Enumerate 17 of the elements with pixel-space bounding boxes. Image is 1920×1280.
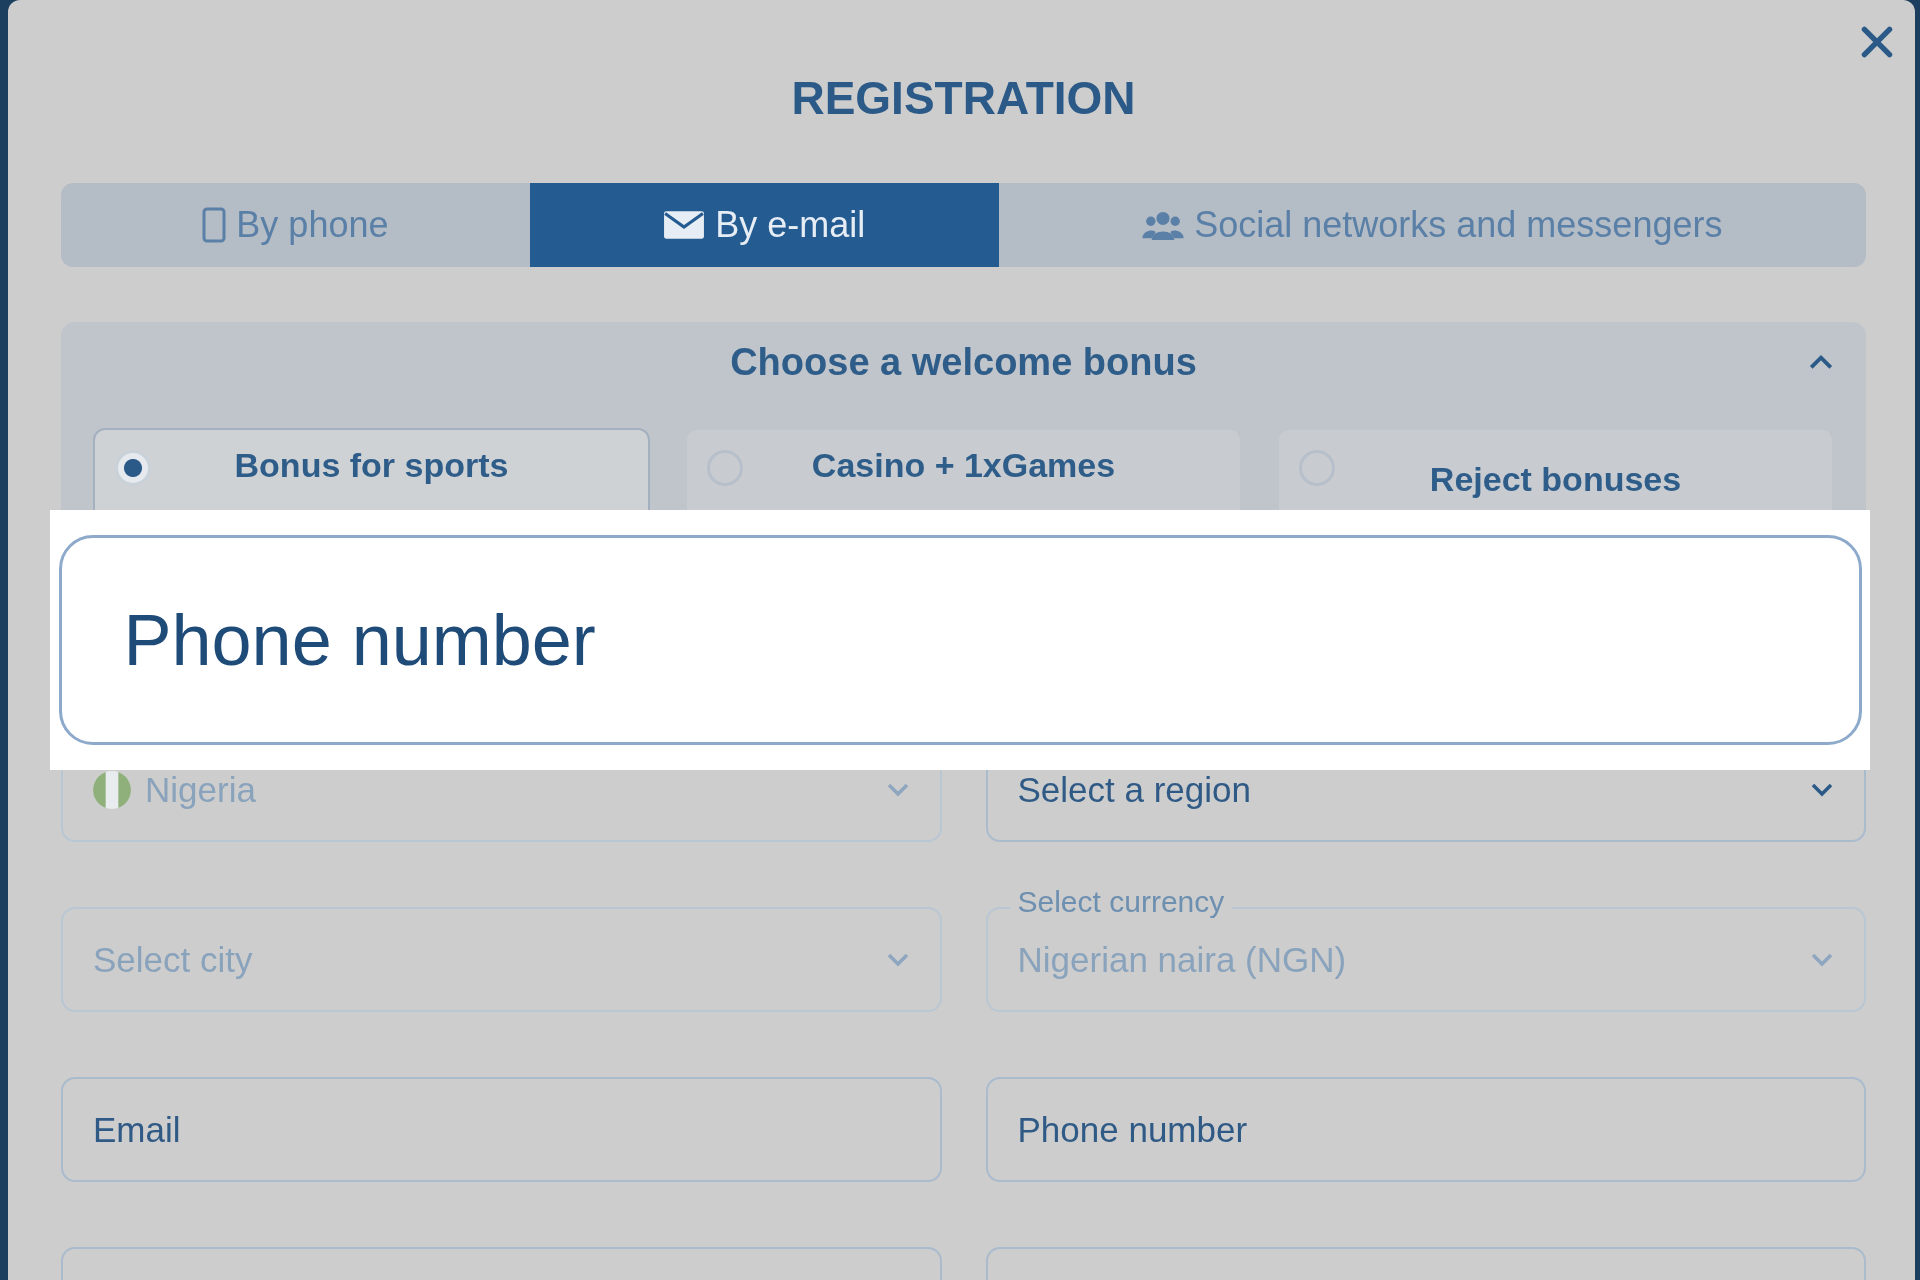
users-icon [1142, 210, 1185, 240]
chevron-down-icon [1810, 781, 1834, 798]
dialog-title: REGISTRATION [790, 71, 1137, 126]
flag-icon [93, 770, 131, 809]
close-icon[interactable] [1859, 24, 1895, 60]
chevron-down-icon [885, 781, 910, 798]
envelope-icon [663, 210, 706, 240]
chevron-down-icon [885, 951, 910, 968]
bonus-title: Choose a welcome bonus [730, 340, 1197, 384]
phone-icon [202, 207, 227, 243]
chevron-down-icon [1810, 951, 1834, 968]
radio-button[interactable] [115, 450, 151, 486]
registration-tab[interactable]: By e-mail [529, 183, 999, 267]
input-field[interactable]: Phone number [985, 1077, 1866, 1182]
input-field[interactable]: Email [61, 1077, 942, 1182]
phone-number-field[interactable]: Phone number [58, 535, 1862, 745]
chevron-icon[interactable] [1808, 353, 1834, 371]
